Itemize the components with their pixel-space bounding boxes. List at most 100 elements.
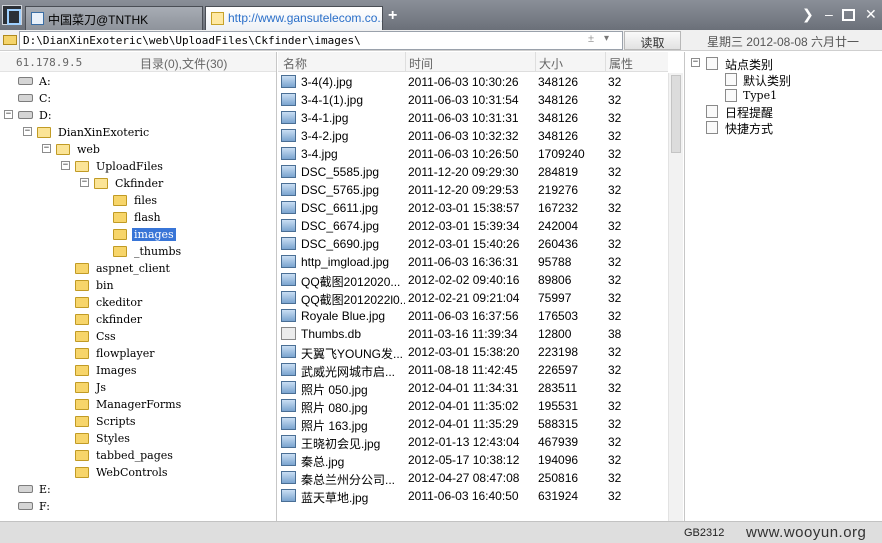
column-divider[interactable] [405, 52, 406, 72]
tree-node-label[interactable]: Ckfinder [113, 177, 165, 190]
file-row[interactable]: DSC_6611.jpg 2012-03-01 15:38:57 167232 32 [278, 199, 668, 217]
sidebar-tree-item[interactable]: 日程提醒 [685, 103, 881, 120]
tree-node[interactable]: images [0, 226, 276, 243]
file-row[interactable]: 3-4-1.jpg 2011-06-03 10:31:31 348126 32 [278, 109, 668, 127]
minimize-icon[interactable]: – [825, 6, 833, 22]
tree-node-label[interactable]: A: [37, 75, 53, 88]
file-row[interactable]: 3-4.jpg 2011-06-03 10:26:50 1709240 32 [278, 145, 668, 163]
file-row[interactable]: 秦总.jpg 2012-05-17 10:38:12 194096 32 [278, 451, 668, 469]
scrollbar-thumb[interactable] [671, 75, 681, 153]
tree-node-label[interactable]: web [75, 143, 102, 156]
file-row[interactable]: 3-4(4).jpg 2011-06-03 10:30:26 348126 32 [278, 73, 668, 91]
tree-node[interactable]: ckfinder [0, 311, 276, 328]
tree-node-label[interactable]: bin [94, 279, 116, 292]
file-row[interactable]: 天翼飞YOUNG发... 2012-03-01 15:38:20 223198 32 [278, 343, 668, 361]
tree-node[interactable]: Js [0, 379, 276, 396]
collapse-toggle[interactable]: − [80, 178, 89, 187]
sidebar-tree-item[interactable]: Type1 [685, 87, 881, 104]
file-row[interactable]: DSC_5585.jpg 2011-12-20 09:29:30 284819 32 [278, 163, 668, 181]
tree-node[interactable]: Styles [0, 430, 276, 447]
path-input[interactable]: D:\DianXinExoteric\web\UploadFiles\Ckfin… [19, 31, 623, 50]
collapse-toggle[interactable]: − [23, 127, 32, 136]
file-row[interactable]: QQ截图2012022l0... 2012-02-21 09:21:04 75997… [278, 289, 668, 307]
tree-node-label[interactable]: tabbed_pages [94, 449, 175, 462]
tree-node-label[interactable]: ManagerForms [94, 398, 183, 411]
collapse-toggle[interactable]: − [691, 58, 700, 67]
tree-node-label[interactable]: _thumbs [132, 245, 183, 258]
column-divider[interactable] [535, 52, 536, 72]
tree-node-label[interactable]: Images [94, 364, 139, 377]
column-header-time[interactable]: 时间 [409, 55, 433, 72]
file-row[interactable]: DSC_5765.jpg 2011-12-20 09:29:53 219276 32 [278, 181, 668, 199]
tree-node[interactable]: F: [0, 498, 276, 515]
column-header-attr[interactable]: 属性 [609, 55, 633, 72]
tree-node[interactable]: _thumbs [0, 243, 276, 260]
file-row[interactable]: 照片 163.jpg 2012-04-01 11:35:29 588315 32 [278, 415, 668, 433]
tree-node-label[interactable]: aspnet_client [94, 262, 172, 275]
tree-node-label[interactable]: WebControls [94, 466, 170, 479]
tree-node-label[interactable]: F: [37, 500, 52, 513]
file-row[interactable]: 3-4-2.jpg 2011-06-03 10:32:32 348126 32 [278, 127, 668, 145]
new-tab-button[interactable]: + [388, 7, 397, 25]
tree-node-label[interactable]: Js [94, 381, 108, 394]
file-row[interactable]: http_imgload.jpg 2011-06-03 16:36:31 95788… [278, 253, 668, 271]
file-list-scrollbar[interactable] [668, 73, 683, 521]
maximize-icon[interactable] [842, 9, 855, 21]
file-row[interactable]: Thumbs.db 2011-03-16 11:39:34 12800 38 [278, 325, 668, 343]
tree-node[interactable]: flash [0, 209, 276, 226]
tree-node[interactable]: − D: [0, 107, 276, 124]
sidebar-tree-item[interactable]: − 站点类别 [685, 55, 881, 72]
tree-node[interactable]: WebControls [0, 464, 276, 481]
path-spinner-icon[interactable]: ± [588, 33, 594, 45]
tree-node[interactable]: − DianXinExoteric [0, 124, 276, 141]
sidebar-tree-label[interactable]: 快捷方式 [725, 120, 773, 137]
sidebar-tree-item[interactable]: 默认类别 [685, 71, 881, 88]
file-row[interactable]: 照片 080.jpg 2012-04-01 11:35:02 195531 32 [278, 397, 668, 415]
tree-node-label[interactable]: C: [37, 92, 53, 105]
tree-node-label[interactable]: D: [37, 109, 54, 122]
tree-node[interactable]: E: [0, 481, 276, 498]
tree-node[interactable]: Css [0, 328, 276, 345]
tree-node-label[interactable]: E: [37, 483, 53, 496]
tree-node[interactable]: − Ckfinder [0, 175, 276, 192]
tree-node[interactable]: C: [0, 90, 276, 107]
tree-node[interactable]: bin [0, 277, 276, 294]
tab-chopper[interactable]: 中国菜刀@TNTHK [25, 6, 203, 30]
tree-node-label[interactable]: files [132, 194, 159, 207]
tree-node-label[interactable]: flowplayer [94, 347, 156, 360]
tree-node-label[interactable]: ckfinder [94, 313, 144, 326]
column-header-name[interactable]: 名称 [283, 55, 307, 72]
tree-node-label[interactable]: ckeditor [94, 296, 144, 309]
file-row[interactable]: 照片 050.jpg 2012-04-01 11:34:31 283511 32 [278, 379, 668, 397]
file-row[interactable]: DSC_6674.jpg 2012-03-01 15:39:34 242004 32 [278, 217, 668, 235]
tree-node[interactable]: ckeditor [0, 294, 276, 311]
tree-node-label[interactable]: DianXinExoteric [56, 126, 151, 139]
tree-node[interactable]: ManagerForms [0, 396, 276, 413]
tree-node-label[interactable]: Css [94, 330, 118, 343]
collapse-toggle[interactable]: − [42, 144, 51, 153]
tree-node[interactable]: Scripts [0, 413, 276, 430]
read-button[interactable]: 读取 [624, 31, 681, 50]
column-divider[interactable] [605, 52, 606, 72]
tree-node[interactable]: tabbed_pages [0, 447, 276, 464]
app-menu-icon[interactable] [2, 5, 22, 25]
tree-node-label[interactable]: Scripts [94, 415, 138, 428]
tab-gansutelecom[interactable]: http://www.gansutelecom.co... [205, 6, 383, 30]
tree-node-label[interactable]: Styles [94, 432, 132, 445]
chevron-right-icon[interactable]: ❯ [802, 6, 814, 23]
tree-node[interactable]: − web [0, 141, 276, 158]
tree-node-label[interactable]: UploadFiles [94, 160, 165, 173]
collapse-toggle[interactable]: − [4, 110, 13, 119]
encoding-label[interactable]: GB2312 [684, 527, 724, 539]
tree-node-label[interactable]: flash [132, 211, 163, 224]
chevron-down-icon[interactable]: ▾ [604, 33, 609, 44]
tree-node[interactable]: A: [0, 73, 276, 90]
tree-node[interactable]: aspnet_client [0, 260, 276, 277]
sidebar-tree-label[interactable]: Type1 [743, 89, 777, 102]
close-icon[interactable]: ✕ [865, 6, 877, 23]
collapse-toggle[interactable]: − [61, 161, 70, 170]
file-row[interactable]: 武威光网城市启... 2011-08-18 11:42:45 226597 32 [278, 361, 668, 379]
file-row[interactable]: DSC_6690.jpg 2012-03-01 15:40:26 260436 32 [278, 235, 668, 253]
file-row[interactable]: 蓝天草地.jpg 2011-06-03 16:40:50 631924 32 [278, 487, 668, 505]
tree-node[interactable]: − UploadFiles [0, 158, 276, 175]
